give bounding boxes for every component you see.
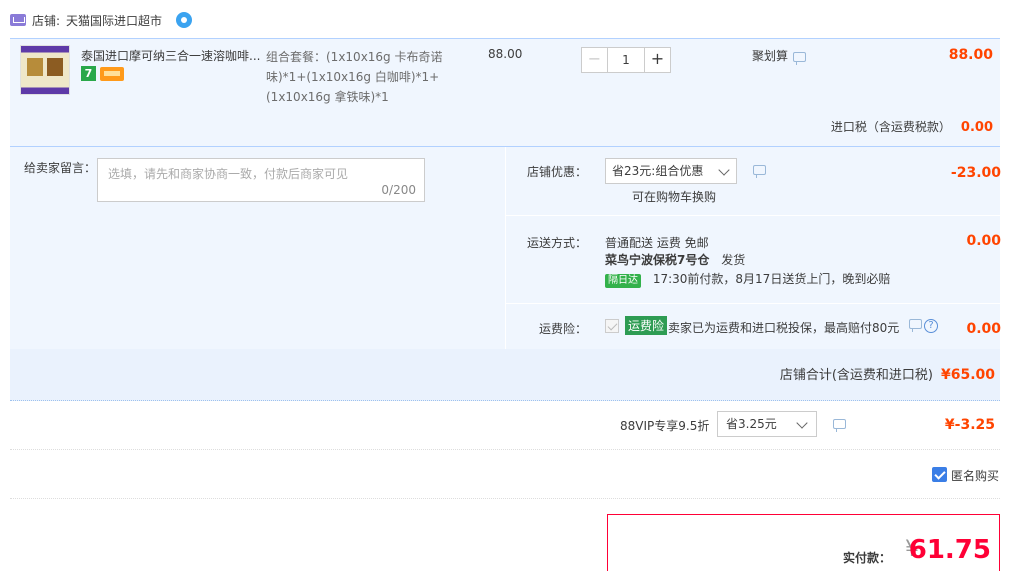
shop-label: 店铺:	[32, 13, 61, 28]
vip-info-icon[interactable]	[833, 419, 846, 432]
quantity-increase-button[interactable]: +	[644, 47, 671, 73]
quantity-input[interactable]: 1	[608, 47, 644, 73]
discount-info-icon[interactable]	[753, 165, 766, 178]
delivery-promise: 隔日达 17:30前付款，8月17日送货上门，晚到必赔	[605, 270, 890, 288]
shipping-warehouse: 菜鸟宁波保税7号仓 发货	[605, 251, 745, 268]
vip-discount-row: 88VIP专享9.5折 省3.25元 ¥-3.25	[10, 402, 1000, 450]
delivery-note: 17:30前付款，8月17日送货上门，晚到必赔	[652, 272, 891, 286]
shop-discount-label: 店铺优惠：	[526, 165, 587, 179]
warehouse-name: 菜鸟宁波保税7号仓	[605, 253, 710, 267]
quantity-stepper: − 1 +	[581, 47, 671, 73]
credit-card-badge-icon	[100, 67, 124, 81]
freight-insurance-desc: 卖家已为运费和进口税投保，最高赔付80元	[668, 321, 900, 335]
anonymous-purchase-row: 匿名购买	[10, 451, 1000, 499]
shop-discount-row: 店铺优惠： 省23元:组合优惠 可在购物车换购 -23.00	[506, 147, 1001, 216]
shop-discount-value: -23.00	[950, 165, 1001, 181]
payment-label: 实付款：	[842, 551, 891, 565]
order-options: 给卖家留言： 选填，请先和商家协商一致，付款后商家可见 0/200 店铺优惠： …	[10, 146, 1001, 401]
warehouse-suffix: 发货	[721, 253, 746, 267]
promotion-text: 聚划算	[752, 49, 789, 63]
seven-day-return-badge: 7	[81, 66, 96, 81]
vip-discount-label: 88VIP专享9.5折	[620, 419, 710, 433]
freight-insurance-label: 运费险：	[538, 322, 587, 336]
chevron-down-icon	[718, 164, 730, 176]
freight-insurance-value: 0.00	[966, 321, 1001, 337]
anonymous-purchase-label[interactable]: 匿名购买	[951, 467, 999, 484]
shop-total-label: 店铺合计(含运费和进口税)	[779, 368, 933, 383]
shipping-method: 普通配送 运费 免邮	[605, 236, 709, 250]
seller-message-placeholder: 选填，请先和商家协商一致，付款后商家可见	[108, 167, 349, 181]
order-options-panel: 店铺优惠： 省23元:组合优惠 可在购物车换购 -23.00 运送方式： 普通配…	[505, 147, 1001, 349]
product-thumbnail[interactable]	[20, 45, 70, 95]
freight-insurance-icons: ?	[909, 319, 938, 333]
promotion-label: 聚划算	[752, 47, 807, 65]
shipping-value: 0.00	[966, 233, 1001, 249]
wangwang-chat-icon[interactable]	[176, 12, 193, 28]
import-tax-row: 进口税（含运费税款） 0.00	[10, 118, 1000, 142]
vip-discount-value: ¥-3.25	[944, 417, 995, 433]
shop-name-link[interactable]: 天猫国际进口超市	[66, 12, 162, 29]
vip-discount-select[interactable]: 省3.25元	[717, 411, 817, 437]
import-tax-value: 0.00	[960, 120, 993, 135]
seller-message-label: 给卖家留言：	[24, 161, 97, 175]
next-day-badge: 隔日达	[605, 274, 641, 288]
payment-amount: 61.75	[908, 535, 991, 565]
promo-info-icon[interactable]	[793, 51, 807, 65]
chevron-down-icon	[796, 417, 808, 429]
insurance-chat-icon[interactable]	[909, 319, 922, 332]
shop-discount-selected: 省23元:组合优惠	[612, 164, 704, 178]
anonymous-purchase-checkbox[interactable]	[932, 467, 947, 482]
shop-total-value: ¥65.00	[940, 367, 995, 383]
product-title[interactable]: 泰国进口摩可纳三合一速溶咖啡...	[81, 47, 261, 64]
item-subtotal: 88.00	[948, 47, 993, 63]
shop-discount-select[interactable]: 省23元:组合优惠	[605, 158, 737, 184]
seller-message-count: 0/200	[381, 183, 416, 197]
shipping-row: 运送方式： 普通配送 运费 免邮 菜鸟宁波保税7号仓 发货 隔日达 17:30前…	[506, 216, 1001, 304]
shop-discount-note: 可在购物车换购	[632, 190, 717, 204]
freight-insurance-checkbox[interactable]	[605, 319, 619, 333]
shipping-label: 运送方式：	[526, 236, 587, 250]
seller-message-input[interactable]: 选填，请先和商家协商一致，付款后商家可见 0/200	[97, 158, 425, 202]
quantity-decrease-button[interactable]: −	[581, 47, 608, 73]
unit-price: 88.00	[488, 47, 523, 61]
product-spec: 组合套餐：(1x10x16g 卡布奇诺味)*1+(1x10x16g 白咖啡)*1…	[266, 50, 443, 104]
shop-total-row: 店铺合计(含运费和进口税) ¥65.00	[10, 349, 1000, 401]
shop-header: 店铺: 天猫国际进口超市	[10, 11, 193, 29]
payment-summary: 实付款： ¥ 61.75	[607, 514, 1000, 571]
shop-icon	[10, 14, 26, 26]
freight-insurance-tag: 运费险	[625, 316, 668, 335]
freight-insurance-row: 运费险： 运费险 卖家已为运费和进口税投保，最高赔付80元 ? 0.00	[506, 304, 1001, 349]
import-tax-label: 进口税（含运费税款）	[830, 120, 951, 134]
vip-discount-selected: 省3.25元	[726, 417, 777, 431]
help-icon[interactable]: ?	[924, 319, 938, 333]
